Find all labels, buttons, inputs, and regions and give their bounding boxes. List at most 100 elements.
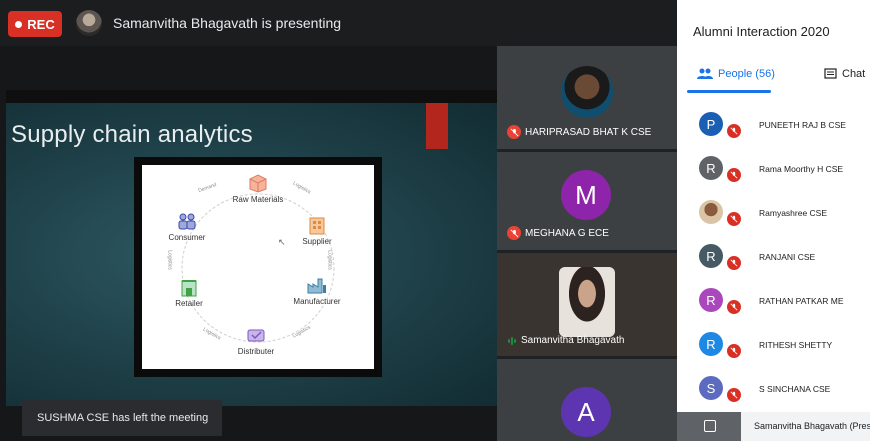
tab-people-label: People (56) — [718, 68, 775, 80]
mic-off-icon — [726, 123, 742, 139]
avatar: R — [699, 156, 723, 180]
active-tab-indicator — [687, 90, 771, 93]
participant-name-text: MEGHANA G ECE — [525, 227, 609, 239]
presentation-thumbnail — [677, 412, 741, 441]
participant-tile[interactable]: M MEGHANA G ECE — [497, 152, 677, 250]
warehouse-icon — [309, 217, 325, 235]
list-item[interactable]: R Rama Moorthy H CSE — [677, 148, 870, 192]
list-item[interactable]: S S SINCHANA CSE — [677, 368, 870, 412]
factory-icon — [307, 278, 326, 294]
participant-avatar: M — [561, 170, 611, 220]
participant-name: S SINCHANA CSE — [759, 384, 831, 394]
node-label-consumer: Consumer — [168, 233, 206, 242]
list-item[interactable]: R RANJANI CSE — [677, 236, 870, 280]
supply-chain-diagram: Raw Materials Supplier Manufacturer Dist… — [142, 165, 374, 369]
toast-text: SUSHMA CSE has left the meeting — [37, 412, 209, 424]
mic-off-icon — [726, 387, 742, 403]
box-icon — [249, 174, 267, 193]
people-panel: Alumni Interaction 2020 People (56) Chat… — [677, 0, 870, 441]
participant-name: RANJANI CSE — [759, 252, 816, 262]
avatar-initial: A — [577, 396, 595, 427]
participant-name: Samanvitha Bhagavath — [507, 335, 624, 346]
mic-off-icon — [726, 255, 742, 271]
node-consumer: Consumer — [160, 211, 214, 242]
participant-tile[interactable]: Samanvitha Bhagavath — [497, 253, 677, 356]
list-item[interactable]: P PUNEETH RAJ B CSE — [677, 104, 870, 148]
avatar: P — [699, 112, 723, 136]
node-label-manufacturer: Manufacturer — [293, 297, 341, 306]
meeting-title: Alumni Interaction 2020 — [693, 24, 830, 39]
present-screen-icon — [704, 420, 716, 432]
people-icon — [178, 213, 196, 230]
list-item[interactable]: Ramyashree CSE — [677, 192, 870, 236]
tab-people[interactable]: People (56) — [697, 68, 775, 80]
participant-tiles: HARIPRASAD BHAT K CSE M MEGHANA G ECE Sa… — [497, 46, 677, 441]
avatar-initial: R — [706, 248, 716, 264]
mic-off-icon — [726, 167, 742, 183]
mic-off-icon — [507, 125, 521, 139]
top-bar: REC Samanvitha Bhagavath is presenting — [0, 0, 677, 46]
participant-name: MEGHANA G ECE — [507, 226, 609, 240]
avatar-initial: M — [575, 179, 597, 210]
slide-title: Supply chain analytics — [11, 121, 253, 148]
participant-tile[interactable]: A — [497, 359, 677, 441]
chat-icon — [824, 68, 837, 79]
node-label-raw-materials: Raw Materials — [232, 195, 284, 204]
panel-tabs: People (56) Chat — [677, 62, 870, 93]
avatar-initial: R — [706, 336, 716, 352]
arrow-label-logistics: Logistics — [326, 250, 333, 270]
mic-off-icon — [726, 299, 742, 315]
tab-chat[interactable]: Chat — [824, 68, 865, 80]
meet-window: REC Samanvitha Bhagavath is presenting S… — [0, 0, 870, 441]
recording-label: REC — [27, 16, 55, 32]
left-meeting-toast: SUSHMA CSE has left the meeting — [22, 400, 222, 436]
truck-icon — [247, 329, 265, 342]
node-label-supplier: Supplier — [302, 237, 332, 246]
participant-name: RATHAN PATKAR ME — [759, 296, 844, 306]
node-raw-materials: Raw Materials — [228, 173, 288, 204]
node-label-distributer: Distributer — [237, 347, 275, 356]
mic-off-icon — [726, 211, 742, 227]
participant-name: Ramyashree CSE — [759, 208, 828, 218]
avatar-initial: P — [706, 116, 716, 132]
avatar-initial: S — [706, 380, 716, 396]
tab-chat-label: Chat — [842, 68, 866, 80]
people-icon — [697, 68, 713, 79]
node-retailer: Retailer — [164, 277, 214, 308]
slide-red-accent — [426, 103, 448, 149]
speaking-indicator-icon — [507, 336, 517, 346]
store-icon — [181, 280, 197, 297]
list-item[interactable]: R RITHESH SHETTY — [677, 324, 870, 368]
presenter-avatar — [76, 10, 102, 36]
record-dot-icon — [15, 20, 23, 28]
avatar: S — [699, 376, 723, 400]
list-item[interactable]: R RATHAN PATKAR ME — [677, 280, 870, 324]
presentation-slide: Supply chain analytics Raw Materials Sup… — [6, 103, 497, 406]
mic-off-icon — [507, 226, 521, 240]
presenting-row[interactable]: Samanvitha Bhagavath (Pres — [677, 412, 870, 441]
participant-name-text: HARIPRASAD BHAT K CSE — [525, 126, 652, 138]
participant-tile[interactable]: HARIPRASAD BHAT K CSE — [497, 46, 677, 149]
participant-name: Rama Moorthy H CSE — [759, 164, 844, 174]
mic-off-icon — [726, 343, 742, 359]
node-manufacturer: Manufacturer — [282, 275, 352, 306]
pointer-cursor-icon: ↖ — [278, 237, 286, 247]
participant-avatar: A — [561, 387, 611, 437]
avatar: R — [699, 332, 723, 356]
participant-name: PUNEETH RAJ B CSE — [759, 120, 846, 130]
avatar-initial: R — [706, 160, 716, 176]
arrow-label-logistics: Logistics — [166, 250, 173, 270]
participant-photo — [561, 66, 613, 118]
presenting-status: Samanvitha Bhagavath is presenting — [113, 15, 342, 31]
participant-name: RITHESH SHETTY — [759, 340, 833, 350]
node-supplier: Supplier — [292, 215, 342, 246]
diagram-frame: Raw Materials Supplier Manufacturer Dist… — [134, 157, 382, 377]
node-label-retailer: Retailer — [175, 299, 203, 308]
recording-badge: REC — [8, 11, 62, 37]
presenter-name: Samanvitha Bhagavath (Pres — [754, 421, 870, 431]
node-distributer: Distributer — [226, 325, 286, 356]
participant-name: HARIPRASAD BHAT K CSE — [507, 125, 651, 139]
presentation-area: Supply chain analytics Raw Materials Sup… — [0, 46, 497, 441]
avatar: R — [699, 288, 723, 312]
avatar: R — [699, 244, 723, 268]
